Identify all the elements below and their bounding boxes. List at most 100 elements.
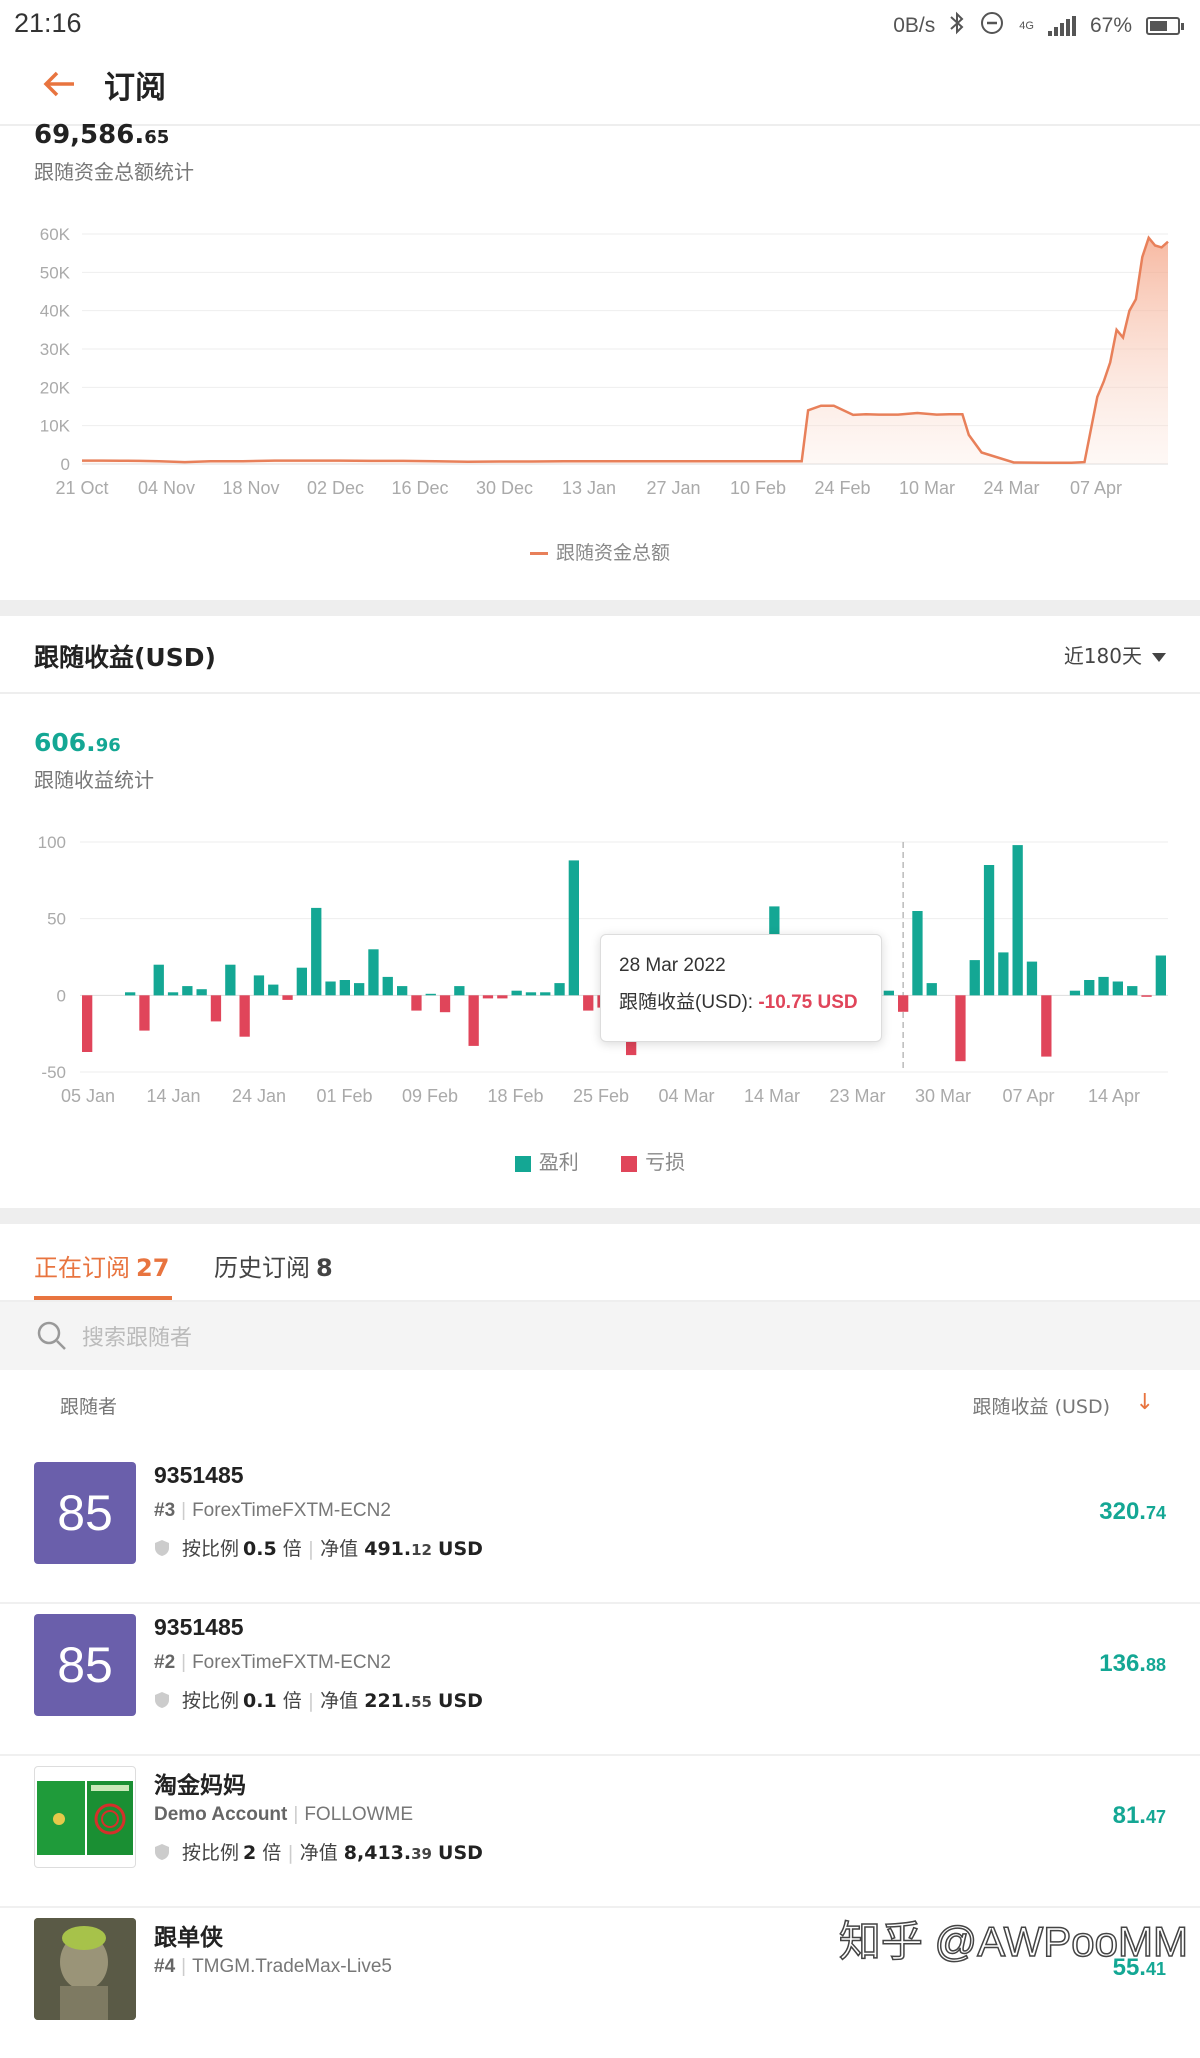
net-speed: 0B/s [893, 14, 936, 37]
search-input[interactable]: 搜索跟随者 [82, 1320, 192, 1352]
follower-row[interactable]: 淘金妈妈 Demo Account | FOLLOWME 按比例 2 倍 | 净值 8,4… [0, 1756, 1200, 1908]
profit-bar [225, 964, 236, 996]
y-tick-label: 50K [40, 263, 71, 282]
shield-icon [155, 1844, 169, 1860]
profit-bar [912, 911, 923, 996]
y-tick-label: 20K [40, 378, 71, 397]
x-tick-label: 14 Mar [744, 1086, 800, 1106]
profit-bar [998, 952, 1009, 996]
profit-bar [339, 980, 350, 996]
x-tick-label: 10 Mar [899, 478, 955, 498]
x-tick-label: 30 Dec [476, 478, 533, 498]
x-tick-label: 25 Feb [573, 1086, 629, 1106]
x-tick-label: 24 Feb [814, 478, 870, 498]
series-line [82, 235, 1169, 465]
profit-bar [325, 981, 336, 996]
x-tick-label: 01 Feb [316, 1086, 372, 1106]
chart2-legend: 盈利 亏损 [0, 1146, 1200, 1175]
column-earnings[interactable]: 跟随收益 (USD) [973, 1392, 1110, 1419]
profit-bar [253, 975, 265, 996]
x-tick-label: 02 Dec [307, 478, 364, 498]
x-tick-label: 04 Mar [658, 1086, 714, 1106]
profit-total-label: 跟随收益统计 [34, 768, 154, 792]
tab-active-subscriptions[interactable]: 正在订阅 27 [34, 1248, 169, 1283]
loss-bar [497, 995, 508, 999]
follow-funds-area-chart: 60K 50K 40K 30K 20K 10K 0 21 Oct 04 Nov 18 Nov 02 … [40, 225, 1169, 498]
x-tick-label: 16 Dec [391, 478, 448, 498]
x-tick-label: 09 Feb [402, 1086, 458, 1106]
profit-bar [268, 984, 279, 996]
x-tick-label: 27 Jan [646, 478, 700, 498]
area-fill [82, 237, 1168, 464]
x-tick-label: 30 Mar [915, 1086, 971, 1106]
follower-row[interactable]: 85 9351485 #3 | ForexTimeFXTM-ECN2 按比例 0.5 … [0, 1452, 1200, 1604]
profit-bar [525, 992, 537, 996]
avatar-image [34, 1918, 136, 2020]
section-divider [0, 600, 1200, 616]
profit-bar [969, 960, 980, 996]
follow-total-label: 跟随资金总额统计 [34, 160, 194, 184]
follower-meta: 按比例 2 倍 | 净值 8,413.39 USD [154, 1838, 483, 1865]
profit-bar [1127, 986, 1138, 996]
legend-loss: 亏损 [621, 1146, 685, 1175]
chart-tooltip: 28 Mar 2022 跟随收益(USD): -10.75 USD [600, 934, 882, 1042]
follower-account: #3 | ForexTimeFXTM-ECN2 [154, 1500, 391, 1521]
section-divider [0, 1208, 1200, 1224]
battery-percent: 67% [1089, 14, 1132, 37]
legend-profit: 盈利 [514, 1146, 579, 1175]
y-tick-label: 30K [40, 340, 71, 359]
follower-name: 跟单侠 [154, 1924, 223, 1950]
subscription-tabs: 正在订阅 27 历史订阅 8 [0, 1226, 1200, 1302]
profit-bar [125, 992, 136, 996]
active-tab-indicator [34, 1296, 172, 1300]
y-tick-label: -50 [41, 1063, 66, 1082]
range-dropdown[interactable]: 近180天 [1064, 640, 1166, 669]
follower-account: Demo Account | FOLLOWME [154, 1804, 414, 1825]
profit-bar [883, 990, 894, 996]
sort-desc-icon[interactable]: ↓ [1136, 1390, 1154, 1415]
profit-section-header: 跟随收益(USD) 近180天 [0, 618, 1200, 694]
profit-bar [554, 983, 565, 996]
profit-total-value: 606.96 [34, 728, 121, 757]
status-bar: 21:16 0B/s 4G 67% [0, 0, 1200, 48]
profit-bar [568, 860, 579, 996]
y-tick-label: 10K [40, 417, 71, 436]
status-time: 21:16 [14, 8, 82, 38]
profit-bar [1084, 980, 1095, 996]
x-tick-label: 10 Feb [730, 478, 786, 498]
follower-meta: 按比例 0.5 倍 | 净值 491.12 USD [154, 1534, 483, 1561]
x-tick-label: 18 Feb [487, 1086, 543, 1106]
network-type: 4G [1019, 19, 1034, 32]
follower-account: #4 | TMGM.TradeMax-Live5 [154, 1956, 392, 1977]
tab-history-subscriptions[interactable]: 历史订阅 8 [214, 1248, 333, 1283]
back-arrow-icon[interactable] [40, 64, 80, 104]
profit-bar [425, 993, 436, 996]
loss-bar [139, 995, 150, 1031]
profit-bar [167, 992, 179, 996]
avatar [34, 1766, 136, 1868]
shield-icon [155, 1692, 169, 1708]
search-bar[interactable]: 搜索跟随者 [0, 1302, 1200, 1370]
tooltip-date: 28 Mar 2022 [619, 955, 726, 976]
search-icon [36, 1320, 68, 1356]
follower-account: #2 | ForexTimeFXTM-ECN2 [154, 1652, 391, 1673]
x-tick-label: 24 Jan [232, 1086, 286, 1106]
profit-bar [311, 907, 322, 996]
tooltip-value: -10.75 USD [758, 992, 858, 1013]
loss-bar [898, 995, 909, 1012]
profit-section-title: 跟随收益(USD) [34, 643, 216, 672]
loss-bar [482, 995, 494, 999]
follower-row[interactable]: 85 9351485 #2 | ForexTimeFXTM-ECN2 按比例 0.1 … [0, 1604, 1200, 1756]
profit-bar [454, 986, 465, 996]
profit-bar [926, 983, 937, 996]
x-tick-label: 14 Jan [146, 1086, 200, 1106]
signal-icon [1047, 16, 1076, 36]
tooltip-value-line: 跟随收益(USD): -10.75 USD [619, 992, 858, 1013]
loss-bar [82, 995, 93, 1052]
x-tick-label: 13 Jan [562, 478, 616, 498]
loss-bar [468, 995, 479, 1046]
follower-name: 淘金妈妈 [154, 1772, 246, 1798]
follower-meta: 按比例 0.1 倍 | 净值 221.55 USD [154, 1686, 483, 1713]
profit-bar [983, 865, 995, 996]
loss-bar [583, 995, 594, 1011]
